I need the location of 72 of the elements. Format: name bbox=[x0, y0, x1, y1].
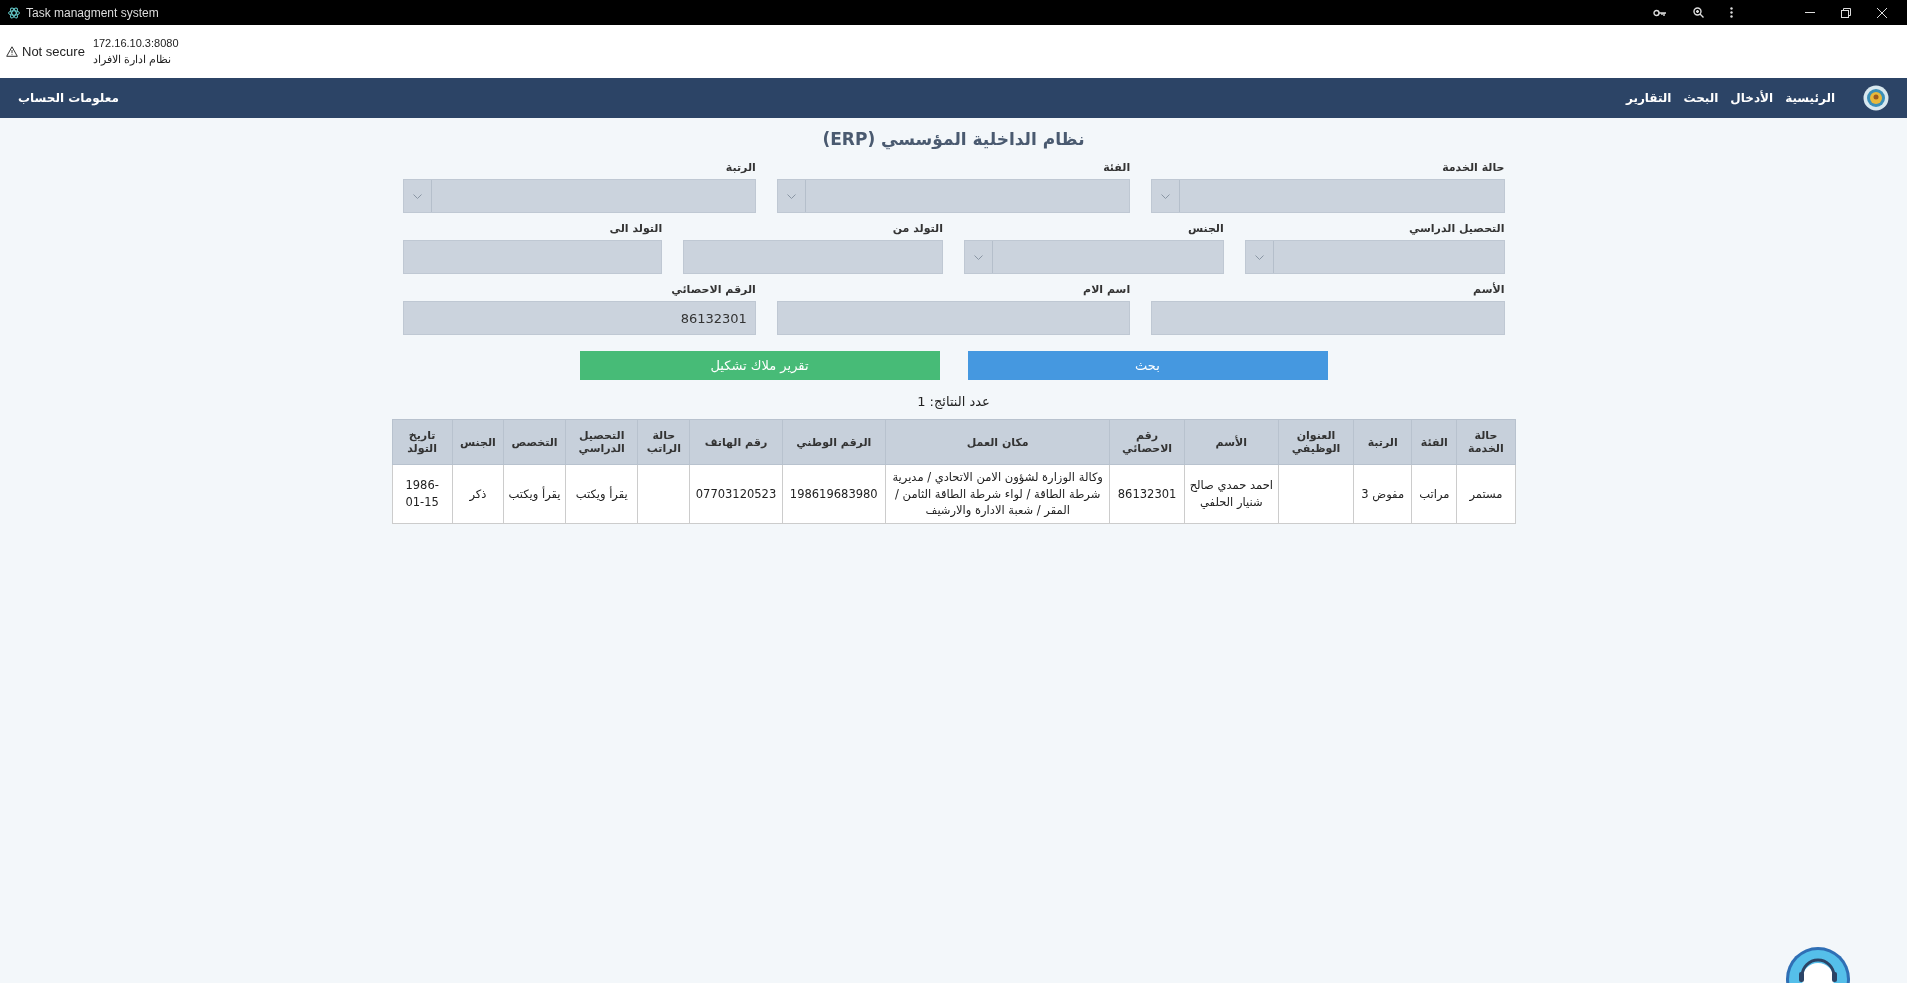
table-cell: يقرأ ويكتب bbox=[503, 464, 566, 524]
table-cell: ذكر bbox=[452, 464, 504, 524]
column-header: رقم الاحصائي bbox=[1110, 419, 1185, 465]
caret-icon bbox=[412, 193, 422, 199]
app-icon bbox=[8, 6, 20, 19]
field-label: الرتبة bbox=[725, 161, 756, 174]
field-label: اسم الام bbox=[1083, 283, 1131, 296]
field-label: الأسم bbox=[1473, 283, 1505, 296]
select-field[interactable] bbox=[964, 240, 1224, 274]
input-field[interactable]: 86132301 bbox=[402, 301, 756, 335]
input-field[interactable] bbox=[776, 301, 1131, 335]
field-label: التولد الى bbox=[609, 222, 663, 235]
key-icon[interactable] bbox=[1653, 8, 1667, 17]
table-cell: 198619683980 bbox=[782, 464, 886, 524]
field-label: الفئة bbox=[1103, 161, 1131, 174]
field-label: حالة الخدمة bbox=[1442, 161, 1505, 174]
close-icon[interactable] bbox=[1877, 7, 1887, 18]
page-heading: نظام الداخلية المؤسسي (ERP) bbox=[821, 129, 1086, 149]
more-icon[interactable] bbox=[1730, 7, 1733, 18]
table-cell: 86132301 bbox=[1110, 464, 1185, 524]
table-cell: مراتب bbox=[1411, 464, 1457, 524]
column-header: رقم الهاتف bbox=[689, 419, 783, 465]
select-field[interactable] bbox=[402, 179, 756, 213]
emblem-icon[interactable] bbox=[1863, 85, 1889, 111]
warning-icon[interactable] bbox=[6, 46, 18, 57]
input-field[interactable] bbox=[1151, 301, 1505, 335]
column-header: الرقم الوطني bbox=[782, 419, 886, 465]
url-text[interactable]: 172.16.10.3:8080 bbox=[92, 37, 179, 49]
column-header: الرتبة bbox=[1353, 419, 1412, 465]
column-header: الفئة bbox=[1411, 419, 1457, 465]
window-title: Task managment system bbox=[26, 5, 159, 20]
account-link[interactable]: معلومات الحساب bbox=[18, 91, 119, 105]
input-field[interactable] bbox=[683, 240, 943, 274]
select-field[interactable] bbox=[776, 179, 1131, 213]
field-label: الجنس bbox=[1187, 222, 1224, 235]
results-count: عدد النتائج: 1 bbox=[916, 394, 991, 409]
column-header: حالة الخدمة bbox=[1456, 419, 1515, 465]
nav-link[interactable]: التقارير bbox=[1625, 91, 1672, 105]
column-header: مكان العمل bbox=[885, 419, 1110, 465]
nav-link[interactable]: الرئيسية bbox=[1785, 91, 1835, 105]
column-header: الأسم bbox=[1184, 419, 1279, 465]
column-header: تاريخ التولد bbox=[392, 419, 453, 465]
table-cell bbox=[637, 464, 690, 524]
column-header: التحصيل الدراسي bbox=[565, 419, 638, 465]
input-field[interactable] bbox=[402, 240, 663, 274]
select-field[interactable] bbox=[1244, 240, 1505, 274]
caret-icon bbox=[1161, 193, 1171, 199]
zoom-icon[interactable] bbox=[1693, 7, 1704, 18]
caret-icon bbox=[1254, 254, 1264, 260]
select-field[interactable] bbox=[1151, 179, 1505, 213]
field-label: التحصيل الدراسي bbox=[1408, 222, 1505, 235]
table-cell: 1986-01-15 bbox=[392, 464, 453, 524]
table-cell: احمد حمدي صالح شنيار الحلفي bbox=[1184, 464, 1279, 524]
column-header: العنوان الوظيفي bbox=[1278, 419, 1354, 465]
security-label[interactable]: Not secure bbox=[22, 44, 85, 59]
field-label: التولد من bbox=[892, 222, 943, 235]
page-title-text: نظام ادارة الافراد bbox=[92, 53, 172, 66]
caret-icon bbox=[786, 193, 796, 199]
minimize-icon[interactable] bbox=[1805, 12, 1815, 13]
caret-icon bbox=[974, 254, 983, 260]
nav-link[interactable]: الأدخال bbox=[1730, 91, 1774, 105]
table-cell: 07703120523 bbox=[689, 464, 783, 524]
nav-link[interactable]: البحث bbox=[1683, 91, 1719, 105]
column-header: الجنس bbox=[452, 419, 504, 465]
restore-icon[interactable] bbox=[1841, 7, 1851, 18]
column-header: حالة الراتب bbox=[637, 419, 690, 465]
field-label: الرقم الاحصائي bbox=[671, 283, 756, 296]
table-cell: وكالة الوزارة لشؤون الامن الاتحادي / مديرية شرطة الطاقة / لواء شرطة الطاقة الثامن / المقر / شعبة الادارة والارشيف bbox=[885, 464, 1110, 524]
table-cell: مفوض 3 bbox=[1353, 464, 1412, 524]
column-header: التخصص bbox=[503, 419, 566, 465]
table-cell: مستمر bbox=[1456, 464, 1515, 524]
table-cell: يقرأ ويكتب bbox=[565, 464, 638, 524]
